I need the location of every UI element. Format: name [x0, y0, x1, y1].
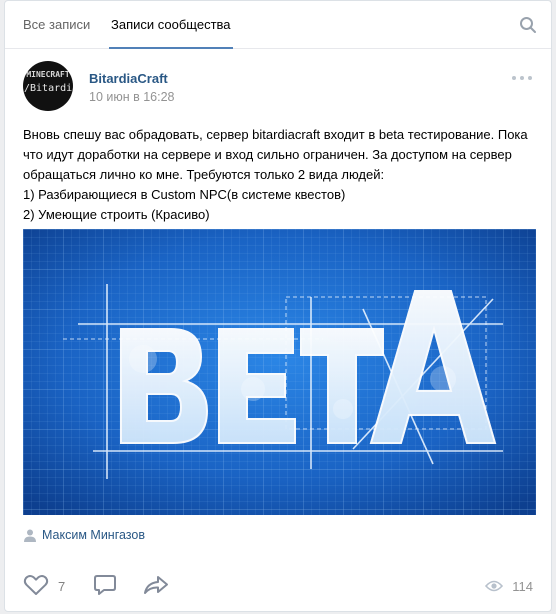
avatar-name-text: /Bitardia: [24, 83, 73, 94]
views-count: 114: [512, 579, 533, 594]
eye-icon: [485, 580, 503, 592]
avatar[interactable]: MINECRAFT /Bitardia: [23, 61, 73, 111]
post-paragraph: Вновь спешу вас обрадовать, сервер bitar…: [23, 127, 528, 182]
user-icon: [24, 529, 36, 542]
avatar-logo-text: MINECRAFT: [26, 70, 70, 79]
more-dots-icon[interactable]: [511, 73, 533, 83]
heart-icon[interactable]: [23, 573, 49, 597]
like-count[interactable]: 7: [58, 579, 65, 594]
wall-post-card: Все записи Записи сообщества MINECRAFT /…: [4, 0, 552, 612]
search-icon[interactable]: [519, 16, 537, 34]
post-author-link[interactable]: BitardiaCraft: [89, 71, 168, 86]
wall-tabs: Все записи Записи сообщества: [5, 1, 551, 49]
share-icon[interactable]: [143, 573, 169, 597]
post-line-1: 1) Разбирающиеся в Custom NPC(в системе …: [23, 187, 346, 202]
post-date-link[interactable]: 10 июн в 16:28: [89, 90, 175, 104]
signer-name: Максим Мингазов: [42, 528, 145, 542]
tab-all-posts[interactable]: Все записи: [23, 1, 90, 49]
post-actions: 7 114: [23, 565, 533, 605]
tab-community-posts[interactable]: Записи сообщества: [109, 1, 233, 49]
post-text: Вновь спешу вас обрадовать, сервер bitar…: [23, 125, 535, 225]
post-header: MINECRAFT /Bitardia BitardiaCraft 10 июн…: [23, 61, 533, 113]
post-image-beta-blueprint[interactable]: [23, 229, 536, 515]
comment-icon[interactable]: [93, 573, 117, 597]
post-line-2: 2) Умеющие строить (Красиво): [23, 207, 210, 222]
